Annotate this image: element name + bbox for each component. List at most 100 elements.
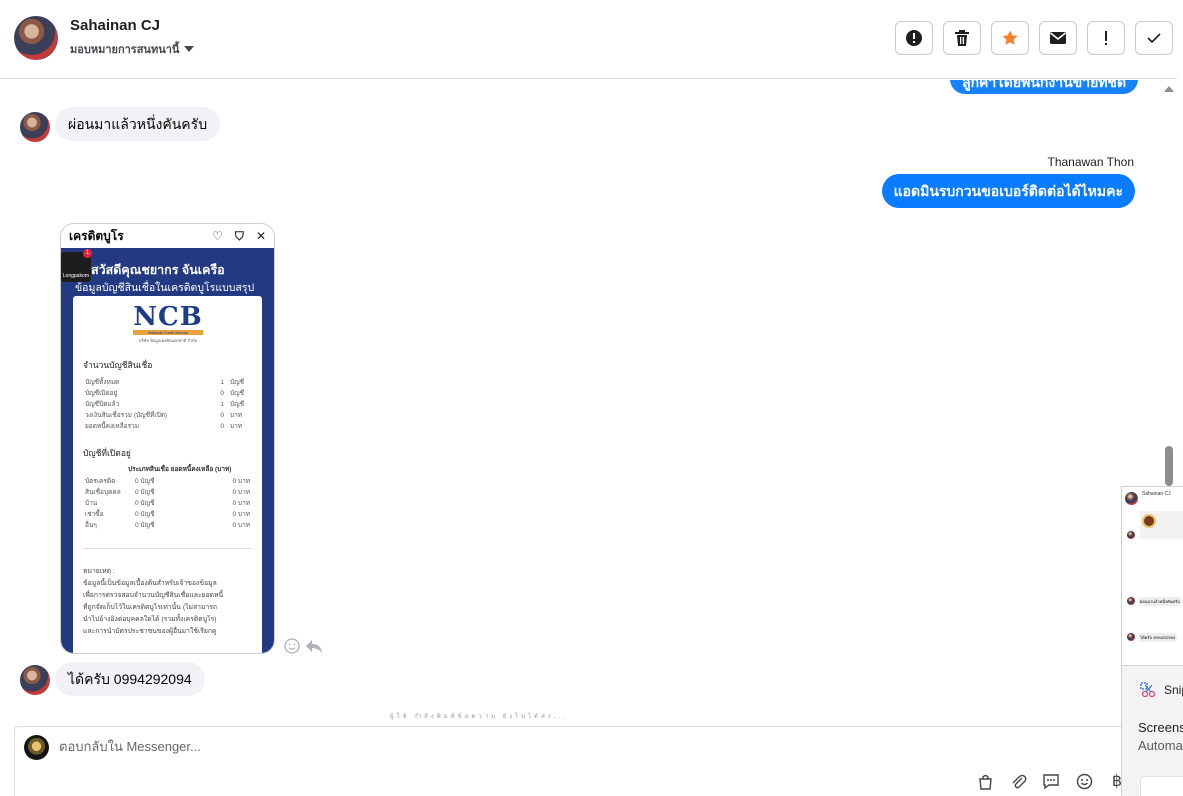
- reply-icon[interactable]: [305, 638, 323, 654]
- cell-type: บ้าน: [85, 500, 98, 507]
- bag-icon: [978, 774, 992, 790]
- thumb-message: ผ่อนมาแล้วหนึ่งคันครับ: [1138, 597, 1182, 606]
- outgoing-message-partial[interactable]: ลูกค้าโดยพนักงานขายที่ชัด: [950, 80, 1139, 94]
- row-value: 1: [220, 401, 224, 408]
- mark-important-button[interactable]: [895, 21, 933, 55]
- check-icon: [1147, 33, 1161, 44]
- assign-conversation-dropdown[interactable]: มอบหมายการสนทนานี้: [70, 40, 195, 58]
- emoji-react-icon[interactable]: [284, 638, 300, 654]
- ncb-logo: NCB National Credit Bureau บริษัท ข้อมูล…: [133, 304, 203, 344]
- table-row: บัตรเครดิต 0 บัญชี 0 บาท: [85, 477, 250, 487]
- chat-bubble-icon: [1043, 773, 1059, 789]
- remark-line: ข้อมูลนี้เป็นข้อมูลเบื้องต้นสำหรับเจ้าขอ…: [83, 580, 217, 587]
- shared-image-greeting: สวัสดีคุณชยากร จันเครือ: [91, 263, 225, 277]
- section-title: จำนวนบัญชีสินเชื่อ: [83, 360, 153, 370]
- ncb-logo-caption: บริษัท ข้อมูลเครดิตแห่งชาติ จำกัด: [138, 338, 198, 343]
- sender-name: Thanawan Thon: [1047, 155, 1134, 169]
- reply-input[interactable]: [59, 739, 759, 754]
- table-row: เช่าซื้อ 0 บัญชี 0 บาท: [85, 510, 250, 520]
- notification-badge: 1: [83, 249, 92, 258]
- emoji-icon: [1076, 773, 1092, 789]
- incoming-message[interactable]: ผ่อนมาแล้วหนึ่งคันครับ: [55, 107, 221, 141]
- row-unit: บาท: [230, 412, 243, 419]
- cell-accounts: 0 บัญชี: [135, 489, 155, 496]
- thumb-avatar: [1127, 531, 1135, 539]
- shared-image-attachment[interactable]: เครดิตบูโร ♡ ⛉ ✕ Longpakorn 1 สวัสดีคุณช…: [60, 223, 275, 654]
- row-value: 0: [220, 390, 224, 397]
- contact-avatar-small[interactable]: [20, 112, 50, 142]
- row-label: บัญชีเปิดอยู่: [85, 390, 118, 397]
- message-thread[interactable]: ลูกค้าโดยพนักงานขายที่ชัด ผ่อนมาแล้วหนึ่…: [0, 80, 1160, 720]
- remark-line: และการนำบัตรประชาชนของผู้อื่นมาใช้เรียกด…: [83, 628, 217, 635]
- snipping-tool-label: Snipping Tool: [1164, 683, 1183, 697]
- thumb-message: ได้ครับ 0994292094: [1138, 633, 1178, 642]
- divider: [83, 548, 251, 549]
- contact-avatar-small[interactable]: [20, 665, 50, 695]
- star-icon: [1002, 30, 1018, 45]
- row-unit: บัญชี: [230, 401, 245, 408]
- section-title: บัญชีที่เปิดอยู่: [83, 448, 131, 458]
- scrollbar-thumb[interactable]: [1165, 446, 1173, 486]
- caret-down-icon: [184, 46, 195, 52]
- row-label: บัญชีทั้งหมด: [85, 379, 120, 386]
- cell-balance: 0 บาท: [232, 478, 250, 485]
- table-row: อื่นๆ 0 บัญชี 0 บาท: [85, 521, 250, 531]
- cell-accounts: 0 บัญชี: [135, 522, 155, 529]
- heart-icon: ♡: [212, 229, 223, 243]
- list-item: ยอดหนี้คงเหลือรวม 0 บาท: [85, 422, 250, 432]
- scroll-up-arrow-icon[interactable]: [1164, 86, 1174, 92]
- alert-circle-icon: [906, 30, 922, 46]
- shared-image-subtitle: ข้อมูลบัญชีสินเชื่อในเครดิตบูโรแบบสรุป: [75, 282, 255, 294]
- row-value: 0: [220, 423, 224, 430]
- thumb-contact-name: Sahainan CJ: [1142, 491, 1171, 497]
- composer-toolbar: ฿: [975, 771, 1127, 791]
- remark-line: นำไปอ้างอิงต่อบุคคลใดได้ (รวมทั้งเครดิตบ…: [83, 616, 217, 623]
- cell-balance: 0 บาท: [232, 522, 250, 529]
- delete-button[interactable]: [943, 21, 981, 55]
- exclamation-icon: [1105, 31, 1107, 45]
- table-row: บ้าน 0 บัญชี 0 บาท: [85, 499, 250, 509]
- incoming-message[interactable]: ได้ครับ 0994292094: [55, 662, 205, 696]
- list-item: บัญชีเปิดอยู่ 0 บัญชี: [85, 389, 250, 399]
- contact-avatar[interactable]: [14, 16, 58, 60]
- outgoing-message[interactable]: แอดมินรบกวนขอเบอร์ติดต่อได้ไหมคะ: [881, 174, 1135, 208]
- attach-button[interactable]: [1008, 771, 1028, 791]
- table-row: สินเชื่อบุคคล 0 บัญชี 0 บาท: [85, 488, 250, 498]
- cell-type: เช่าซื้อ: [85, 511, 104, 518]
- snipping-tool-notification[interactable]: Snipping Tool Screenshot copied to clipb…: [1121, 666, 1183, 796]
- thumb-avatar: [1125, 492, 1138, 505]
- row-label: ยอดหนี้คงเหลือรวม: [85, 423, 140, 430]
- star-button[interactable]: [991, 21, 1029, 55]
- conversation-toolbar: [895, 21, 1173, 55]
- mark-done-button[interactable]: [1135, 21, 1173, 55]
- cell-accounts: 0 บัญชี: [135, 478, 155, 485]
- contact-name[interactable]: Sahainan CJ: [70, 17, 160, 34]
- shop-button[interactable]: [975, 771, 995, 791]
- remark-line: เพื่อการตรวจสอบจำนวนบัญชีสินเชื่อและยอดห…: [83, 592, 224, 599]
- list-item: บัญชีปิดแล้ว 1 บัญชี: [85, 400, 250, 410]
- trash-icon: [955, 30, 969, 46]
- credit-summary-card: NCB National Credit Bureau บริษัท ข้อมูล…: [73, 296, 262, 653]
- typing-indicator-text: ผู้ใช้ กำลังพิมพ์ข้อความ ยังไม่ได้ส่ง...: [390, 714, 568, 720]
- cell-balance: 0 บาท: [232, 489, 250, 496]
- saved-replies-button[interactable]: [1041, 771, 1061, 791]
- emoji-button[interactable]: [1074, 771, 1094, 791]
- list-item: บัญชีทั้งหมด 1 บัญชี: [85, 378, 250, 388]
- row-unit: บัญชี: [230, 390, 245, 397]
- shared-image-content: Longpakorn 1 สวัสดีคุณชยากร จันเครือ ข้อ…: [61, 248, 274, 653]
- remark-line: ที่ถูกจัดเก็บไว้ในเครดิตบูโรเท่านั้น (ไม…: [83, 604, 218, 611]
- ncb-logo-word: NCB: [133, 302, 203, 332]
- notification-subtitle: Automatically saved to screenshots folde…: [1138, 738, 1183, 753]
- screenshot-preview-thumbnail[interactable]: Sahainan CJ ผ่อนมาแล้วหนึ่งคันครับ ได้คร…: [1121, 486, 1183, 666]
- shared-image-app-title: เครดิตบูโร: [69, 228, 124, 243]
- mark-spam-button[interactable]: [1087, 21, 1125, 55]
- thumb-image: [1140, 511, 1183, 539]
- thumb-avatar: [1127, 633, 1135, 641]
- mark-unread-button[interactable]: [1039, 21, 1077, 55]
- cell-type: สินเชื่อบุคคล: [85, 489, 121, 496]
- paperclip-icon: [1012, 774, 1026, 788]
- reply-composer: ฿: [14, 726, 1177, 796]
- cell-balance: 0 บาท: [232, 511, 250, 518]
- notification-title: Screenshot copied to clipboard: [1138, 720, 1183, 735]
- row-unit: บัญชี: [230, 379, 245, 386]
